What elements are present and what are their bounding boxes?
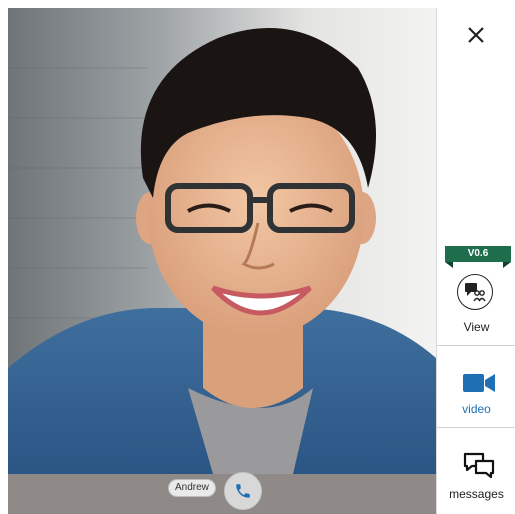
close-button[interactable] (457, 16, 495, 54)
messages-label: messages (449, 487, 504, 501)
video-button[interactable]: video (437, 348, 515, 428)
video-label: video (462, 402, 491, 416)
messages-button[interactable]: messages (437, 430, 515, 514)
video-stage (8, 8, 436, 514)
view-button[interactable]: View (437, 270, 515, 346)
phone-call-button[interactable] (224, 472, 262, 510)
view-label: View (463, 320, 490, 334)
video-camera-icon (463, 374, 495, 392)
phone-icon (236, 484, 250, 498)
participant-video-image (8, 8, 436, 474)
participants-view-icon (465, 283, 486, 302)
remote-video-feed (8, 8, 436, 474)
version-label: V0.6 (467, 248, 489, 259)
view-icon-circle (457, 274, 493, 310)
version-ribbon: V0.6 (445, 246, 511, 268)
call-controls-bar (8, 474, 436, 514)
call-sidebar: V0.6 View video messages (436, 8, 515, 514)
participant-name-tag: Andrew (168, 479, 216, 497)
chat-bubbles-icon (463, 452, 495, 479)
close-icon (468, 27, 484, 43)
